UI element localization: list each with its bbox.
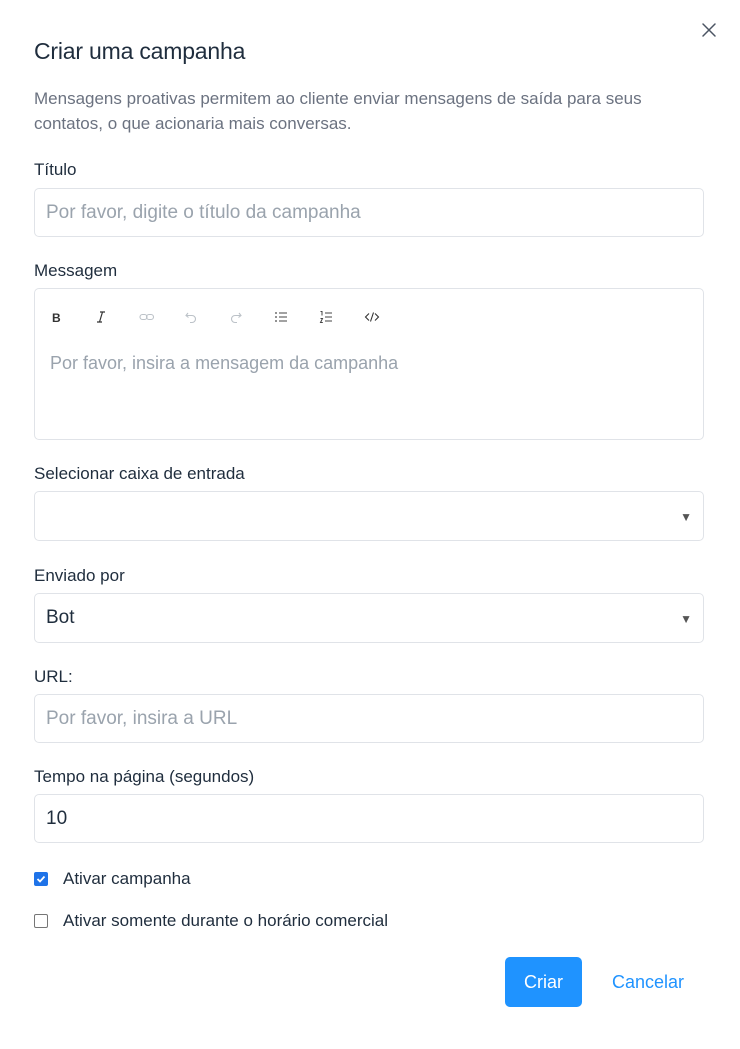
bullet-list-icon[interactable] (272, 306, 317, 328)
business-hours-label: Ativar somente durante o horário comerci… (63, 911, 389, 930)
editor-toolbar: B (47, 306, 407, 328)
time-on-page-label: Tempo na página (segundos) (34, 767, 255, 786)
sender-select[interactable]: Bot ▼ (34, 593, 704, 643)
message-placeholder: Por favor, insira a mensagem da campanha (50, 353, 399, 373)
business-hours-row: Ativar somente durante o horário comerci… (34, 911, 388, 931)
caret-down-icon: ▼ (680, 612, 692, 626)
code-icon[interactable] (362, 306, 407, 328)
italic-icon[interactable] (92, 306, 137, 328)
enable-campaign-checkbox[interactable] (34, 872, 48, 886)
title-label: Título (34, 160, 77, 179)
message-label: Messagem (34, 261, 118, 280)
sender-select-value: Bot (46, 607, 75, 628)
modal-description: Mensagens proativas permitem ao cliente … (34, 89, 642, 133)
create-campaign-modal: Criar uma campanha Mensagens proativas p… (0, 0, 740, 1049)
svg-text:B: B (52, 311, 61, 324)
title-input[interactable] (34, 188, 704, 237)
link-icon[interactable] (137, 306, 182, 328)
ordered-list-icon[interactable] (317, 306, 362, 328)
enable-campaign-label: Ativar campanha (63, 869, 191, 888)
modal-title: Criar uma campanha (34, 38, 246, 64)
business-hours-checkbox[interactable] (34, 914, 48, 928)
create-button[interactable]: Criar (505, 957, 582, 1007)
time-on-page-input[interactable] (34, 794, 704, 843)
inbox-label: Selecionar caixa de entrada (34, 464, 245, 483)
inbox-select[interactable]: ▼ (34, 491, 704, 541)
message-editor[interactable]: B Por favor, insira a mensagem da campan… (34, 288, 704, 440)
url-input[interactable] (34, 694, 704, 743)
sender-label: Enviado por (34, 566, 125, 585)
undo-icon[interactable] (182, 306, 227, 328)
redo-icon[interactable] (227, 306, 272, 328)
caret-down-icon: ▼ (680, 510, 692, 524)
url-label: URL: (34, 667, 73, 686)
cancel-button[interactable]: Cancelar (600, 957, 696, 1007)
close-icon[interactable] (699, 20, 719, 40)
enable-campaign-row: Ativar campanha (34, 869, 191, 889)
bold-icon[interactable]: B (47, 306, 92, 328)
